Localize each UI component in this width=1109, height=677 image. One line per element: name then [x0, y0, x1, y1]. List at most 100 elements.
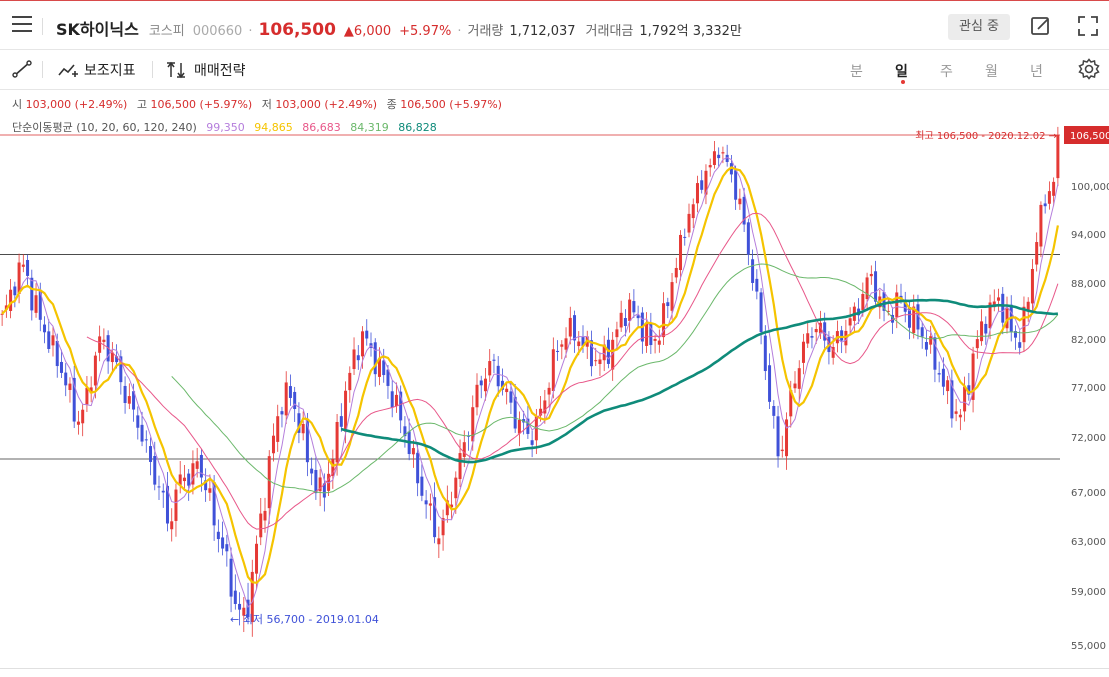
drawing-tool-button[interactable]: [12, 60, 38, 78]
candle-body: [59, 361, 63, 373]
divider: [42, 61, 43, 78]
indicator-button[interactable]: 보조지표: [58, 60, 136, 80]
candle-body: [301, 423, 305, 434]
y-axis-tick-label: 67,000: [1071, 488, 1106, 499]
strategy-button[interactable]: 매매전략: [166, 60, 246, 80]
candle-body: [428, 503, 432, 506]
period-week[interactable]: 주: [940, 61, 953, 81]
candle-body: [721, 152, 725, 154]
candle-body: [187, 473, 191, 486]
candle-body: [755, 278, 759, 292]
stock-code: 000660: [192, 24, 243, 39]
candle-body: [259, 513, 263, 538]
indicator-icon: [58, 64, 78, 77]
candle-body: [801, 341, 805, 363]
period-year[interactable]: 년: [1030, 61, 1043, 81]
high-annotation: 최고 106,500 - 2020.12.02 →: [915, 130, 1057, 142]
candle-body: [1030, 268, 1034, 304]
candle-body: [9, 289, 13, 311]
candle-body: [628, 299, 632, 321]
period-minute[interactable]: 분: [850, 61, 863, 81]
watch-button[interactable]: 관심 중: [948, 14, 1010, 40]
price-change-pct: +5.97%: [399, 24, 452, 39]
candle-body: [568, 317, 572, 337]
candle-body: [102, 339, 106, 342]
candle-body: [276, 416, 280, 442]
title-row: SK하이닉스 코스피 000660 · 106,500 ▲6,000 +5.97…: [56, 16, 742, 40]
candle-body: [437, 538, 441, 545]
period-day[interactable]: 일: [895, 61, 908, 81]
candle-body: [708, 165, 712, 168]
candle-body: [598, 359, 602, 364]
candle-body: [394, 394, 398, 407]
y-axis-tick-label: 55,000: [1071, 641, 1106, 652]
candlestick-chart[interactable]: 100,000 94,000 88,000 82,000 77,000 72,000 67,…: [0, 90, 1109, 668]
candle-body: [361, 331, 365, 357]
y-axis-tick-label: 100,000: [1071, 182, 1109, 193]
candle-body: [390, 391, 394, 408]
ma120-line: [171, 263, 1059, 494]
candle-body: [293, 391, 297, 410]
candle-body: [140, 424, 144, 442]
candle-body: [55, 340, 59, 367]
candle-body: [483, 378, 487, 392]
candle-body: [288, 386, 292, 398]
candle-body: [924, 341, 928, 350]
candle-body: [751, 259, 755, 283]
y-axis-tick-label: 72,000: [1071, 433, 1106, 444]
divider: [42, 18, 43, 35]
y-axis-tick-label: 88,000: [1071, 279, 1106, 290]
candle-body: [229, 558, 233, 597]
candle-body: [238, 603, 242, 610]
candle-body: [30, 277, 34, 311]
strategy-icon: [167, 61, 185, 79]
candle-body: [645, 323, 649, 346]
candle-body: [492, 359, 496, 361]
candle-body: [980, 321, 984, 342]
candle-body: [772, 406, 776, 416]
candle-body: [679, 234, 683, 271]
candle-body: [182, 477, 186, 482]
candle-body: [1043, 203, 1047, 207]
candle-body: [310, 468, 314, 474]
candle-body: [335, 421, 339, 463]
separator: ·: [457, 24, 462, 39]
candle-body: [695, 183, 699, 204]
candle-body: [954, 411, 958, 414]
candle-body: [13, 286, 17, 296]
candle-body: [594, 360, 598, 362]
fullscreen-icon[interactable]: [1077, 15, 1099, 37]
edit-icon[interactable]: [1030, 15, 1052, 37]
candle-body: [208, 488, 212, 493]
line-draw-icon: [12, 60, 32, 78]
candle-body: [691, 204, 695, 219]
candle-body: [344, 390, 348, 432]
candle-body: [34, 295, 38, 313]
candle-body: [577, 341, 581, 347]
candle-body: [1047, 191, 1051, 204]
candle-body: [984, 323, 988, 334]
low-annotation: ← 최저 56,700 - 2019.01.04: [230, 613, 379, 626]
candle-body: [530, 440, 534, 445]
candle-body: [161, 490, 165, 493]
candle-body: [615, 329, 619, 338]
candle-body: [26, 259, 30, 276]
candle-body: [1035, 242, 1039, 265]
candle-body: [81, 409, 85, 424]
candle-body: [51, 335, 55, 346]
market-label: 코스피: [148, 24, 185, 39]
settings-gear-icon[interactable]: [1078, 58, 1100, 80]
candle-body: [657, 340, 661, 345]
candle-body: [255, 543, 259, 574]
candle-body: [975, 339, 979, 349]
period-month[interactable]: 월: [985, 61, 998, 81]
candle-body: [64, 372, 68, 386]
current-price-tag-label: 106,500: [1070, 131, 1109, 142]
candle-body: [195, 461, 199, 469]
menu-icon[interactable]: [12, 16, 32, 34]
candle-body: [674, 267, 678, 278]
candle-body: [93, 355, 97, 386]
candle-body: [865, 277, 869, 300]
candle-body: [149, 446, 153, 462]
candle-body: [759, 292, 763, 333]
